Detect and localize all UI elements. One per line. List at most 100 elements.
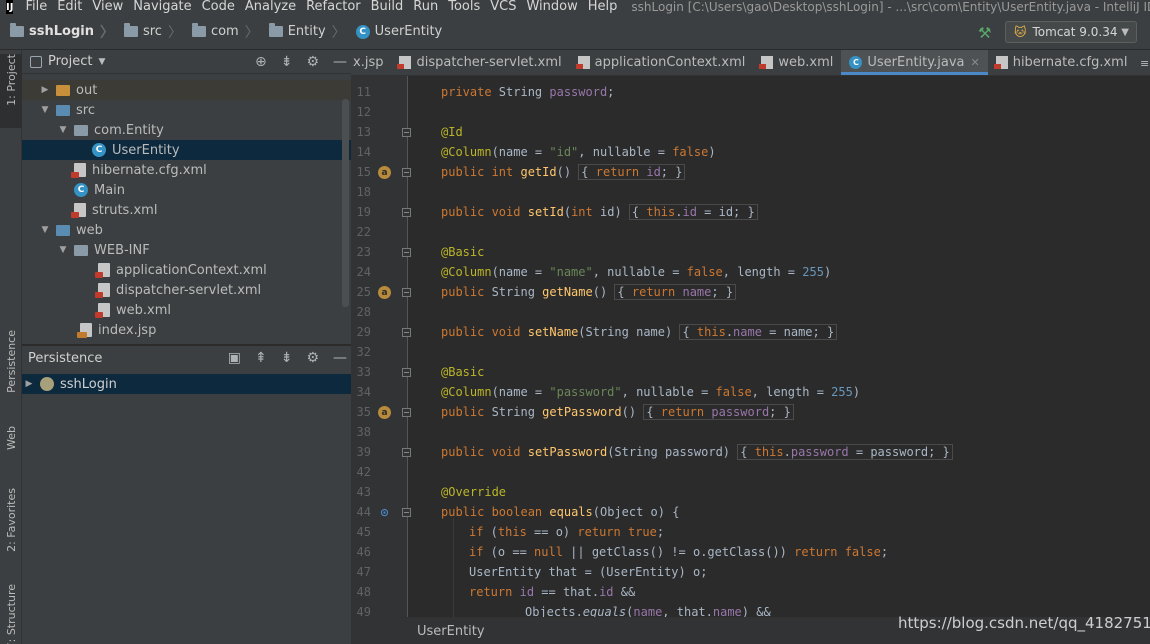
fold-marker-icon[interactable]	[402, 508, 411, 517]
intellij-logo-icon: IJ	[6, 0, 14, 14]
project-panel-title[interactable]: Project	[48, 54, 92, 69]
menu-refactor[interactable]: Refactor	[306, 0, 361, 14]
code-line: 19 public void setId(int id) { this.id =…	[0, 202, 1150, 222]
code-text: @Override	[441, 485, 507, 499]
line-number: 48	[356, 585, 371, 599]
breadcrumb-com[interactable]: com 〉	[191, 22, 259, 42]
code-line: 43 @Override	[0, 482, 1150, 502]
gear-icon[interactable]: ⚙	[306, 54, 319, 70]
menu-help[interactable]: Help	[588, 0, 618, 14]
code-line: 32	[0, 342, 1150, 362]
code-text: public String getPassword() { return pas…	[441, 402, 794, 422]
tab-userentity[interactable]: C UserEntity.java ✕	[841, 50, 989, 75]
annotation-gutter-icon[interactable]: a	[378, 286, 391, 299]
tab-label: applicationContext.xml	[594, 55, 746, 70]
code-text: return id == that.id &&	[469, 585, 636, 599]
fold-marker-icon[interactable]	[402, 168, 411, 177]
minimize-icon[interactable]: —	[333, 54, 347, 70]
breadcrumb-project[interactable]: sshLogin 〉	[10, 22, 114, 42]
annotation-gutter-icon[interactable]: a	[378, 406, 391, 419]
xml-file-icon	[397, 56, 412, 69]
line-number: 28	[356, 305, 371, 319]
tab-web-xml[interactable]: web.xml	[753, 50, 841, 75]
code-line: 35 a public String getPassword() { retur…	[0, 402, 1150, 422]
breadcrumb-com-label: com	[210, 24, 239, 39]
fold-marker-icon[interactable]	[402, 368, 411, 377]
menu-file[interactable]: File	[25, 0, 47, 14]
project-panel-header: Project ▼ ⊕ ⇟ ⚙ —	[22, 50, 351, 74]
fold-marker-icon[interactable]	[402, 208, 411, 217]
tomcat-icon: 🐱	[1014, 25, 1027, 39]
menu-analyze[interactable]: Analyze	[245, 0, 296, 14]
line-number: 25	[356, 285, 371, 299]
line-number: 18	[356, 185, 371, 199]
menu-build[interactable]: Build	[371, 0, 404, 14]
folder-icon	[191, 23, 206, 37]
line-number: 44	[356, 505, 371, 519]
more-tabs-icon[interactable]: ≡	[1140, 50, 1150, 75]
code-line: 25 a public String getName() { return na…	[0, 282, 1150, 302]
menu-view[interactable]: View	[92, 0, 123, 14]
menu-edit[interactable]: Edit	[57, 0, 82, 14]
code-text: public int getId() { return id; }	[441, 162, 686, 182]
tab-hibernate-cfg[interactable]: hibernate.cfg.xml	[988, 50, 1136, 75]
code-text: public void setPassword(String password)…	[441, 442, 953, 462]
menu-code[interactable]: Code	[202, 0, 235, 14]
override-gutter-icon[interactable]: ⊙	[378, 506, 391, 519]
fold-marker-icon[interactable]	[402, 328, 411, 337]
line-number: 43	[356, 485, 371, 499]
tab-dispatcher-servlet[interactable]: dispatcher-servlet.xml	[391, 50, 569, 75]
breadcrumb-entity[interactable]: Entity 〉	[268, 22, 346, 42]
line-number: 24	[356, 265, 371, 279]
line-number: 45	[356, 525, 371, 539]
line-number: 46	[356, 545, 371, 559]
annotation-gutter-icon[interactable]: a	[378, 166, 391, 179]
code-line: 46 if (o == null || getClass() != o.getC…	[0, 542, 1150, 562]
code-text: @Column(name = "id", nullable = false)	[441, 145, 716, 159]
code-line: 22	[0, 222, 1150, 242]
line-number: 39	[356, 445, 371, 459]
fold-marker-icon[interactable]	[402, 248, 411, 257]
line-number: 32	[356, 345, 371, 359]
code-text: public String getName() { return name; }	[441, 282, 737, 302]
code-line: 34 @Column(name = "password", nullable =…	[0, 382, 1150, 402]
tab-application-context[interactable]: applicationContext.xml	[570, 50, 754, 75]
collapse-all-icon[interactable]: ⇟	[281, 54, 293, 70]
line-number: 22	[356, 225, 371, 239]
menu-tools[interactable]: Tools	[448, 0, 480, 14]
class-icon: C	[849, 56, 863, 69]
code-line: 33 @Basic	[0, 362, 1150, 382]
menu-navigate[interactable]: Navigate	[133, 0, 191, 14]
menu-run[interactable]: Run	[413, 0, 438, 14]
breadcrumb-src[interactable]: src 〉	[123, 22, 182, 42]
folder-icon	[123, 23, 138, 37]
fold-marker-icon[interactable]	[402, 408, 411, 417]
code-text: public void setName(String name) { this.…	[441, 322, 838, 342]
menu-vcs[interactable]: VCS	[490, 0, 516, 14]
class-icon: C	[355, 24, 370, 39]
code-line: 45 if (this == o) return true;	[0, 522, 1150, 542]
locate-target-icon[interactable]: ⊕	[255, 54, 267, 70]
chevron-down-icon[interactable]: ▼	[98, 57, 105, 67]
menu-window[interactable]: Window	[526, 0, 577, 14]
breadcrumb-src-label: src	[142, 24, 162, 39]
fold-marker-icon[interactable]	[402, 128, 411, 137]
tab-label: x.jsp	[353, 55, 384, 70]
code-line: 38	[0, 422, 1150, 442]
line-number: 33	[356, 365, 371, 379]
run-configuration-label: Tomcat 9.0.34	[1032, 25, 1118, 39]
tab-index-jsp[interactable]: x.jsp	[351, 50, 391, 75]
fold-marker-icon[interactable]	[402, 288, 411, 297]
close-icon[interactable]: ✕	[970, 56, 979, 69]
code-text: @Column(name = "name", nullable = false,…	[441, 265, 832, 279]
code-text: UserEntity that = (UserEntity) o;	[469, 565, 708, 579]
code-line: 13 @Id	[0, 122, 1150, 142]
run-configuration-select[interactable]: 🐱 Tomcat 9.0.34 ▼	[1005, 21, 1137, 43]
build-hammer-icon[interactable]: ⚒	[978, 24, 991, 42]
breadcrumb-userentity[interactable]: C UserEntity	[355, 24, 442, 39]
line-number: 11	[356, 85, 371, 99]
chevron-right-icon: 〉	[167, 24, 182, 41]
code-line: 39 public void setPassword(String passwo…	[0, 442, 1150, 462]
chevron-right-icon: 〉	[244, 24, 259, 41]
fold-marker-icon[interactable]	[402, 448, 411, 457]
